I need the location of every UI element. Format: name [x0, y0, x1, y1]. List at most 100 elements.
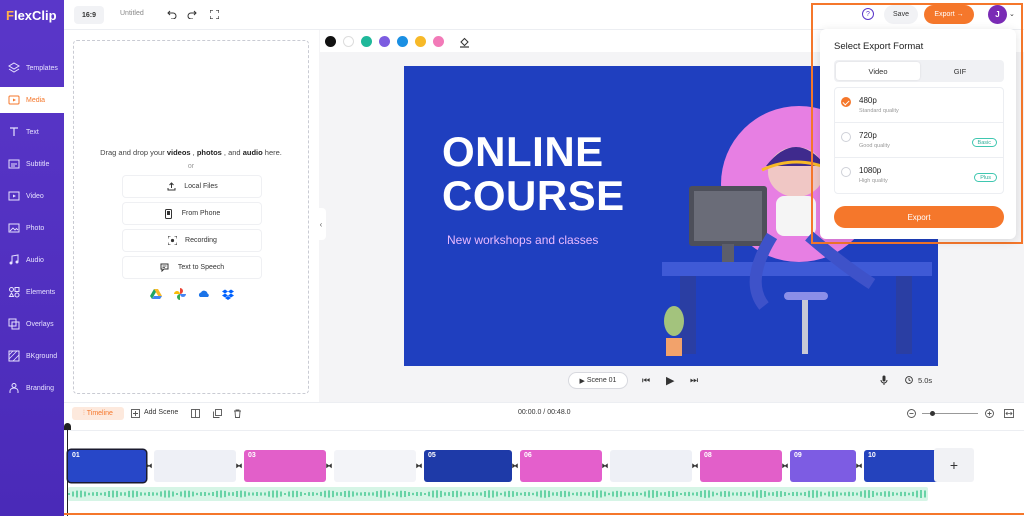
scene-clip[interactable]: 01 — [68, 450, 146, 482]
sidebar-item-video[interactable]: Video — [0, 183, 64, 209]
google-drive-icon[interactable] — [150, 288, 162, 300]
scene-clip[interactable]: 05 — [424, 450, 512, 482]
scene-play-button[interactable]: ▶ Scene 01 — [568, 372, 628, 389]
confirm-export-button[interactable]: Export — [834, 206, 1004, 228]
zoom-slider[interactable] — [922, 411, 978, 416]
scene-clip[interactable]: 08 — [700, 450, 782, 482]
clip-number: 01 — [72, 452, 80, 459]
collapse-panel-button[interactable]: ‹ — [316, 208, 326, 240]
split-icon[interactable] — [190, 408, 200, 418]
clip-number: 09 — [794, 452, 802, 459]
plan-badge: Plus — [974, 173, 997, 182]
transition-icon[interactable]: ⧓ — [415, 462, 423, 470]
play-icon[interactable]: ▶ — [666, 374, 674, 387]
option-1080p[interactable]: 1080p High quality Plus — [835, 158, 1003, 193]
redo-icon[interactable] — [186, 8, 198, 20]
scene-clip[interactable]: 10 — [864, 450, 944, 482]
text-to-speech-button[interactable]: Text to Speech — [123, 257, 261, 278]
dropbox-icon[interactable] — [222, 288, 234, 300]
stage-title[interactable]: ONLINE COURSE — [442, 130, 625, 218]
scene-clip[interactable]: 03 — [244, 450, 326, 482]
duplicate-icon[interactable] — [212, 408, 222, 418]
transition-icon[interactable]: ⧓ — [691, 462, 699, 470]
transition-icon[interactable]: ⧓ — [145, 462, 153, 470]
sidebar-item-bkground[interactable]: BKground — [0, 343, 64, 369]
skip-forward-icon[interactable]: ⏭ — [690, 375, 698, 386]
sidebar-item-overlays[interactable]: Overlays — [0, 311, 64, 337]
add-scene-button[interactable]: Add Scene — [144, 409, 178, 416]
sidebar-item-media[interactable]: Media — [0, 87, 64, 113]
color-swatch[interactable] — [325, 36, 336, 47]
sidebar: FlexClip Templates Media Text Subtitle Video… — [0, 0, 64, 516]
tab-video[interactable]: Video — [836, 62, 920, 80]
local-files-button[interactable]: Local Files — [123, 176, 261, 197]
stage-title-line-2: COURSE — [442, 172, 625, 219]
sidebar-item-branding[interactable]: Branding — [0, 375, 64, 401]
color-swatch[interactable] — [433, 36, 444, 47]
timeline-ruler[interactable] — [64, 423, 1024, 431]
drop-instructions: Drag and drop your videos , photos , and… — [74, 148, 308, 157]
from-phone-button[interactable]: From Phone — [123, 203, 261, 224]
zoom-slider-knob[interactable] — [930, 411, 935, 416]
aspect-ratio-button[interactable]: 16:9 — [74, 6, 104, 24]
fullscreen-icon[interactable] — [208, 8, 220, 20]
radio-480p[interactable] — [841, 97, 851, 107]
option-480p[interactable]: 480p Standard quality — [835, 88, 1003, 123]
color-swatch[interactable] — [397, 36, 408, 47]
color-swatch[interactable] — [343, 36, 354, 47]
add-scene-icon[interactable] — [130, 408, 140, 418]
transition-icon[interactable]: ⧓ — [601, 462, 609, 470]
radio-1080p[interactable] — [841, 167, 851, 177]
onedrive-icon[interactable] — [198, 288, 210, 300]
stage-subtitle[interactable]: New workshops and classes — [447, 233, 598, 247]
scene-clip[interactable] — [610, 450, 692, 482]
option-720p[interactable]: 720p Good quality Basic — [835, 123, 1003, 158]
transition-icon[interactable]: ⧓ — [325, 462, 333, 470]
media-panel: Drag and drop your videos , photos , and… — [64, 30, 319, 402]
recording-button[interactable]: Recording — [123, 230, 261, 251]
add-clip-button[interactable]: + — [934, 448, 974, 482]
sidebar-item-label: Video — [26, 192, 44, 200]
color-swatch[interactable] — [379, 36, 390, 47]
sidebar-item-photo[interactable]: Photo — [0, 215, 64, 241]
sidebar-item-label: Branding — [26, 384, 55, 392]
fit-width-icon[interactable] — [1004, 408, 1014, 418]
radio-720p[interactable] — [841, 132, 851, 142]
google-photos-icon[interactable] — [174, 288, 186, 300]
tab-gif[interactable]: GIF — [918, 62, 1002, 80]
fill-bucket-icon[interactable] — [458, 36, 470, 48]
sidebar-item-label: Photo — [26, 224, 45, 232]
sidebar-item-text[interactable]: Text — [0, 119, 64, 145]
zoom-out-icon[interactable] — [906, 408, 916, 418]
undo-icon[interactable] — [166, 8, 178, 20]
transition-icon[interactable]: ⧓ — [781, 462, 789, 470]
trash-icon[interactable] — [232, 408, 242, 418]
transition-icon[interactable]: ⧓ — [511, 462, 519, 470]
scene-clip[interactable]: 06 — [520, 450, 602, 482]
zoom-in-icon[interactable] — [984, 408, 994, 418]
microphone-icon[interactable] — [880, 375, 888, 387]
timeline-toggle[interactable]: ⫶ Timeline — [72, 407, 124, 420]
option-desc: Standard quality — [859, 108, 899, 114]
skip-back-icon[interactable]: ⏮ — [642, 375, 650, 386]
sidebar-item-audio[interactable]: Audio — [0, 247, 64, 273]
speech-bubble-icon — [160, 263, 170, 273]
phone-icon — [164, 208, 174, 219]
project-title[interactable]: Untitled — [120, 10, 144, 17]
drop-zone[interactable]: Drag and drop your videos , photos , and… — [73, 40, 309, 394]
color-swatch[interactable] — [415, 36, 426, 47]
play-small-icon: ▶ — [579, 377, 587, 385]
scene-clip[interactable] — [154, 450, 236, 482]
transition-icon[interactable]: ⧓ — [855, 462, 863, 470]
sidebar-item-subtitle[interactable]: Subtitle — [0, 151, 64, 177]
sidebar-item-elements[interactable]: Elements — [0, 279, 64, 305]
transition-icon[interactable]: ⧓ — [235, 462, 243, 470]
audio-track[interactable] — [68, 487, 928, 501]
scene-clip[interactable]: 09 — [790, 450, 856, 482]
color-swatch[interactable] — [361, 36, 372, 47]
elements-icon — [8, 286, 20, 298]
scene-clip[interactable] — [334, 450, 416, 482]
sidebar-item-templates[interactable]: Templates — [0, 55, 64, 81]
chevron-left-icon: ‹ — [319, 219, 323, 229]
audio-waveform — [68, 490, 926, 498]
